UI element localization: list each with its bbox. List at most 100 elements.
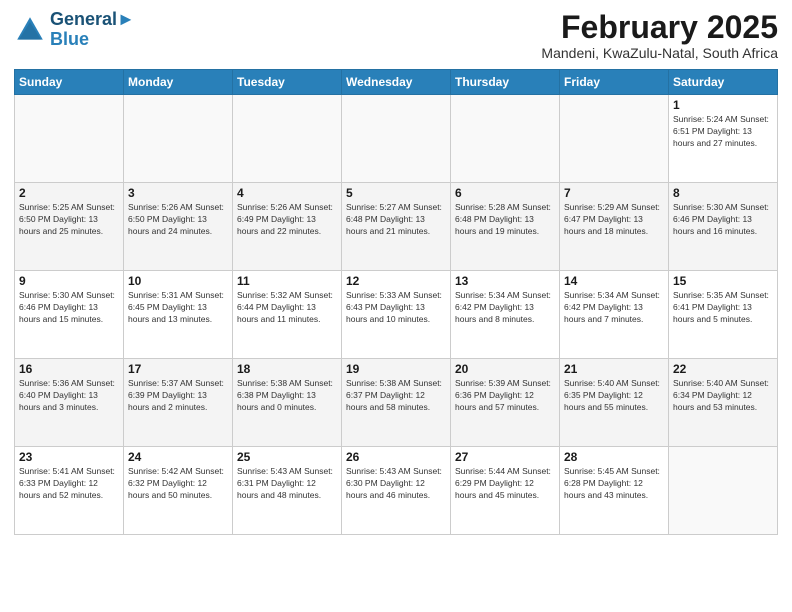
day-info: Sunrise: 5:28 AM Sunset: 6:48 PM Dayligh…	[455, 202, 555, 238]
day-info: Sunrise: 5:32 AM Sunset: 6:44 PM Dayligh…	[237, 290, 337, 326]
day-number: 16	[19, 362, 119, 376]
month-title: February 2025	[541, 10, 778, 45]
calendar-week-row: 1Sunrise: 5:24 AM Sunset: 6:51 PM Daylig…	[15, 95, 778, 183]
location: Mandeni, KwaZulu-Natal, South Africa	[541, 45, 778, 61]
day-number: 25	[237, 450, 337, 464]
day-number: 3	[128, 186, 228, 200]
day-info: Sunrise: 5:34 AM Sunset: 6:42 PM Dayligh…	[455, 290, 555, 326]
day-info: Sunrise: 5:30 AM Sunset: 6:46 PM Dayligh…	[673, 202, 773, 238]
table-row: 2 Sunrise: 5:25 AM Sunset: 6:50 PM Daylig…	[15, 183, 124, 271]
table-row: 3 Sunrise: 5:26 AM Sunset: 6:50 PM Daylig…	[124, 183, 233, 271]
day-number: 9	[19, 274, 119, 288]
day-info: Sunrise: 5:29 AM Sunset: 6:47 PM Dayligh…	[564, 202, 664, 238]
calendar-week-row: 23 Sunrise: 5:41 AM Sunset: 6:33 PM Dayli…	[15, 447, 778, 535]
col-thursday: Thursday	[451, 70, 560, 95]
col-tuesday: Tuesday	[233, 70, 342, 95]
table-row: 10 Sunrise: 5:31 AM Sunset: 6:45 PM Dayli…	[124, 271, 233, 359]
col-monday: Monday	[124, 70, 233, 95]
title-block: February 2025 Mandeni, KwaZulu-Natal, So…	[541, 10, 778, 61]
logo-icon	[14, 14, 46, 46]
day-info: Sunrise: 5:44 AM Sunset: 6:29 PM Dayligh…	[455, 466, 555, 502]
day-number: 13	[455, 274, 555, 288]
day-number: 1	[673, 98, 773, 112]
day-info: Sunrise: 5:31 AM Sunset: 6:45 PM Dayligh…	[128, 290, 228, 326]
day-info: Sunrise: 5:40 AM Sunset: 6:35 PM Dayligh…	[564, 378, 664, 414]
table-row	[451, 95, 560, 183]
day-number: 24	[128, 450, 228, 464]
col-sunday: Sunday	[15, 70, 124, 95]
day-number: 2	[19, 186, 119, 200]
day-info: Sunrise: 5:43 AM Sunset: 6:31 PM Dayligh…	[237, 466, 337, 502]
col-wednesday: Wednesday	[342, 70, 451, 95]
day-number: 6	[455, 186, 555, 200]
table-row: 1Sunrise: 5:24 AM Sunset: 6:51 PM Daylig…	[669, 95, 778, 183]
day-info: Sunrise: 5:38 AM Sunset: 6:38 PM Dayligh…	[237, 378, 337, 414]
table-row: 23 Sunrise: 5:41 AM Sunset: 6:33 PM Dayli…	[15, 447, 124, 535]
logo-text: General► Blue	[50, 10, 135, 50]
day-number: 4	[237, 186, 337, 200]
calendar-week-row: 9 Sunrise: 5:30 AM Sunset: 6:46 PM Daylig…	[15, 271, 778, 359]
day-number: 23	[19, 450, 119, 464]
day-number: 11	[237, 274, 337, 288]
day-info: Sunrise: 5:30 AM Sunset: 6:46 PM Dayligh…	[19, 290, 119, 326]
day-info: Sunrise: 5:37 AM Sunset: 6:39 PM Dayligh…	[128, 378, 228, 414]
day-number: 20	[455, 362, 555, 376]
day-number: 19	[346, 362, 446, 376]
table-row: 4 Sunrise: 5:26 AM Sunset: 6:49 PM Daylig…	[233, 183, 342, 271]
header: General► Blue February 2025 Mandeni, Kwa…	[14, 10, 778, 61]
day-info: Sunrise: 5:38 AM Sunset: 6:37 PM Dayligh…	[346, 378, 446, 414]
table-row: 8 Sunrise: 5:30 AM Sunset: 6:46 PM Daylig…	[669, 183, 778, 271]
day-number: 7	[564, 186, 664, 200]
day-info: Sunrise: 5:45 AM Sunset: 6:28 PM Dayligh…	[564, 466, 664, 502]
day-info: Sunrise: 5:39 AM Sunset: 6:36 PM Dayligh…	[455, 378, 555, 414]
day-number: 18	[237, 362, 337, 376]
table-row: 26 Sunrise: 5:43 AM Sunset: 6:30 PM Dayli…	[342, 447, 451, 535]
table-row: 22Sunrise: 5:40 AM Sunset: 6:34 PM Dayli…	[669, 359, 778, 447]
day-number: 26	[346, 450, 446, 464]
day-info: Sunrise: 5:33 AM Sunset: 6:43 PM Dayligh…	[346, 290, 446, 326]
day-info: Sunrise: 5:36 AM Sunset: 6:40 PM Dayligh…	[19, 378, 119, 414]
table-row	[560, 95, 669, 183]
table-row: 12 Sunrise: 5:33 AM Sunset: 6:43 PM Dayli…	[342, 271, 451, 359]
day-info: Sunrise: 5:41 AM Sunset: 6:33 PM Dayligh…	[19, 466, 119, 502]
table-row	[233, 95, 342, 183]
day-number: 27	[455, 450, 555, 464]
table-row: 21 Sunrise: 5:40 AM Sunset: 6:35 PM Dayli…	[560, 359, 669, 447]
table-row: 19 Sunrise: 5:38 AM Sunset: 6:37 PM Dayli…	[342, 359, 451, 447]
day-number: 17	[128, 362, 228, 376]
table-row: 28Sunrise: 5:45 AM Sunset: 6:28 PM Dayli…	[560, 447, 669, 535]
table-row: 18 Sunrise: 5:38 AM Sunset: 6:38 PM Dayli…	[233, 359, 342, 447]
calendar-week-row: 2 Sunrise: 5:25 AM Sunset: 6:50 PM Daylig…	[15, 183, 778, 271]
table-row	[342, 95, 451, 183]
day-info: Sunrise: 5:27 AM Sunset: 6:48 PM Dayligh…	[346, 202, 446, 238]
day-info: Sunrise: 5:35 AM Sunset: 6:41 PM Dayligh…	[673, 290, 773, 326]
table-row: 17 Sunrise: 5:37 AM Sunset: 6:39 PM Dayli…	[124, 359, 233, 447]
table-row: 20 Sunrise: 5:39 AM Sunset: 6:36 PM Dayli…	[451, 359, 560, 447]
day-number: 10	[128, 274, 228, 288]
calendar-header-row: Sunday Monday Tuesday Wednesday Thursday…	[15, 70, 778, 95]
day-info: Sunrise: 5:42 AM Sunset: 6:32 PM Dayligh…	[128, 466, 228, 502]
table-row	[669, 447, 778, 535]
table-row	[15, 95, 124, 183]
day-info: Sunrise: 5:26 AM Sunset: 6:50 PM Dayligh…	[128, 202, 228, 238]
table-row: 9 Sunrise: 5:30 AM Sunset: 6:46 PM Daylig…	[15, 271, 124, 359]
day-info: Sunrise: 5:43 AM Sunset: 6:30 PM Dayligh…	[346, 466, 446, 502]
day-info: Sunrise: 5:26 AM Sunset: 6:49 PM Dayligh…	[237, 202, 337, 238]
day-info: Sunrise: 5:25 AM Sunset: 6:50 PM Dayligh…	[19, 202, 119, 238]
day-number: 8	[673, 186, 773, 200]
table-row: 24 Sunrise: 5:42 AM Sunset: 6:32 PM Dayli…	[124, 447, 233, 535]
table-row: 27 Sunrise: 5:44 AM Sunset: 6:29 PM Dayli…	[451, 447, 560, 535]
table-row: 6 Sunrise: 5:28 AM Sunset: 6:48 PM Daylig…	[451, 183, 560, 271]
table-row: 13 Sunrise: 5:34 AM Sunset: 6:42 PM Dayli…	[451, 271, 560, 359]
col-saturday: Saturday	[669, 70, 778, 95]
col-friday: Friday	[560, 70, 669, 95]
table-row: 7 Sunrise: 5:29 AM Sunset: 6:47 PM Daylig…	[560, 183, 669, 271]
page: General► Blue February 2025 Mandeni, Kwa…	[0, 0, 792, 612]
logo: General► Blue	[14, 10, 135, 50]
table-row: 25 Sunrise: 5:43 AM Sunset: 6:31 PM Dayli…	[233, 447, 342, 535]
table-row: 16 Sunrise: 5:36 AM Sunset: 6:40 PM Dayli…	[15, 359, 124, 447]
day-number: 12	[346, 274, 446, 288]
day-number: 21	[564, 362, 664, 376]
day-number: 15	[673, 274, 773, 288]
calendar-table: Sunday Monday Tuesday Wednesday Thursday…	[14, 69, 778, 535]
